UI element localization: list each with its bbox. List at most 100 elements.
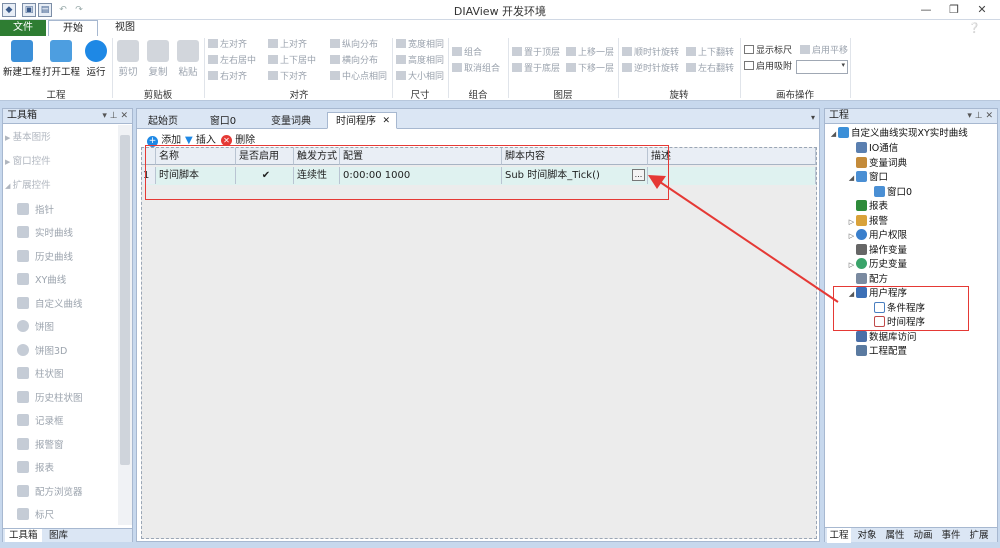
io-icon (856, 142, 867, 153)
distribute-vertical-button[interactable]: 纵向分布 (330, 39, 378, 52)
bring-to-front-button[interactable]: 置于顶层 (512, 47, 560, 60)
tree-recipe[interactable]: 配方 (847, 273, 888, 287)
toolbox-item-report[interactable]: 报表 (7, 458, 54, 480)
rotate-cw-button[interactable]: 顺时针旋转 (622, 47, 679, 60)
toolbox-item-recipe-browser[interactable]: 配方浏览器 (7, 482, 83, 504)
tab-animation[interactable]: 动画 (911, 528, 935, 543)
tree-operation-vars[interactable]: 操作变量 (847, 244, 907, 258)
col-header-desc[interactable]: 描述 (648, 148, 816, 165)
toolbox-item-alarm[interactable]: 报警窗 (7, 435, 64, 457)
copy-button[interactable]: 复制 (144, 38, 172, 84)
doc-tab-start[interactable]: 起始页 (141, 112, 185, 129)
run-button[interactable]: 运行 (82, 38, 110, 84)
toolbox-item-xy-curve[interactable]: XY曲线 (7, 270, 66, 292)
tree-project-config[interactable]: 工程配置 (847, 345, 907, 359)
panel-controls-icon[interactable]: ▾ ⊥ ✕ (967, 109, 993, 123)
tab-objects[interactable]: 对象 (855, 528, 879, 543)
tab-home[interactable]: 开始 (48, 20, 98, 36)
cell-desc[interactable] (648, 167, 816, 184)
add-row-button[interactable]: + 添加 (147, 131, 181, 147)
snap-dropdown[interactable]: ▾ (796, 60, 848, 74)
flip-horizontal-button[interactable]: 左右翻转 (686, 63, 734, 76)
same-center-button[interactable]: 中心点相同 (330, 71, 387, 84)
close-tab-icon[interactable]: ✕ (382, 113, 390, 130)
new-project-button[interactable]: 新建工程 (2, 38, 42, 84)
show-ruler-checkbox[interactable]: 显示标尺 (744, 45, 792, 58)
ungroup-button[interactable]: 取消组合 (452, 63, 500, 76)
toolbox-item-pie[interactable]: 饼图 (7, 317, 54, 339)
tree-root[interactable]: ◢ 自定义曲线实现XY实时曲线 (829, 127, 968, 141)
tab-properties[interactable]: 属性 (883, 528, 907, 543)
move-down-button[interactable]: 下移一层 (566, 63, 614, 76)
paste-button[interactable]: 粘贴 (174, 38, 202, 84)
toolbox-item-ruler[interactable]: 标尺 (7, 505, 54, 527)
tree-alarm[interactable]: ▷ 报警 (847, 215, 888, 229)
rotate-ccw-button[interactable]: 逆时针旋转 (622, 63, 679, 76)
tree-database[interactable]: 数据库访问 (847, 331, 917, 345)
toolbox-item-history-bar[interactable]: 历史柱状图 (7, 388, 83, 410)
pointer-icon (17, 203, 29, 215)
toolbox-category-basic[interactable]: ▶ 基本图形 (5, 127, 51, 149)
tab-extensions[interactable]: 扩展 (967, 528, 991, 543)
help-icon[interactable]: ❔ (968, 23, 980, 34)
doc-tab-window0[interactable]: 窗口0 (201, 112, 245, 129)
toolbox-item-record[interactable]: 记录框 (7, 411, 64, 433)
new-project-icon (11, 40, 33, 62)
project-bottom-tabs: 工程 对象 属性 动画 事件 扩展 (825, 527, 997, 543)
align-right-label: 右对齐 (220, 72, 248, 82)
align-center-h-button[interactable]: 左右居中 (208, 55, 256, 68)
scrollbar-thumb[interactable] (120, 135, 130, 465)
tab-events[interactable]: 事件 (939, 528, 963, 543)
toolbox-item-history-curve[interactable]: 历史曲线 (7, 247, 73, 269)
distribute-horizontal-button[interactable]: 横向分布 (330, 55, 378, 68)
tab-library[interactable]: 图库 (49, 529, 68, 542)
flip-vertical-button[interactable]: 上下翻转 (686, 47, 734, 60)
tree-user-rights[interactable]: ▷ 用户权限 (847, 229, 907, 243)
toolbox-item-pointer[interactable]: 指针 (7, 200, 54, 222)
doc-tab-timer-program[interactable]: 时间程序 ✕ (327, 112, 397, 129)
align-center-v-button[interactable]: 上下居中 (268, 55, 316, 68)
delete-row-button[interactable]: ✕ 删除 (221, 131, 255, 146)
toolbox-item-realtime-curve[interactable]: 实时曲线 (7, 223, 73, 245)
enable-snap-checkbox[interactable]: 启用吸附 (744, 61, 792, 74)
tree-io[interactable]: IO通信 (847, 142, 898, 156)
align-left-button[interactable]: 左对齐 (208, 39, 247, 52)
tree-windows[interactable]: ◢ 窗口 (847, 171, 888, 185)
align-top-button[interactable]: 上对齐 (268, 39, 307, 52)
toolbox-item-bar[interactable]: 柱状图 (7, 364, 64, 386)
doc-tab-variables[interactable]: 变量词典 (261, 112, 321, 129)
tree-report[interactable]: 报表 (847, 200, 888, 214)
minimize-button[interactable]: — (912, 2, 940, 18)
toolbox-scrollbar[interactable] (118, 125, 132, 525)
group-button[interactable]: 组合 (452, 47, 482, 60)
tree-variables[interactable]: 变量词典 (847, 157, 907, 171)
toolbox-item-pie3d[interactable]: 饼图3D (7, 341, 67, 363)
toolbox-item-custom-curve[interactable]: 自定义曲线 (7, 294, 83, 316)
close-window-button[interactable]: ✕ (968, 2, 996, 18)
new-project-label: 新建工程 (2, 67, 41, 78)
toolbox-category-extend[interactable]: ◢ 扩展控件 (5, 175, 51, 197)
cut-button[interactable]: 剪切 (114, 38, 142, 84)
move-up-button[interactable]: 上移一层 (566, 47, 614, 60)
insert-row-button[interactable]: ▼ 插入 (185, 131, 216, 146)
same-height-button[interactable]: 高度相同 (396, 55, 444, 68)
align-right-button[interactable]: 右对齐 (208, 71, 247, 84)
same-width-button[interactable]: 宽度相同 (396, 39, 444, 52)
tab-list-dropdown-icon[interactable]: ▾ (811, 113, 815, 122)
enable-pan-button[interactable]: 启用平移 (800, 45, 848, 58)
same-size-button[interactable]: 大小相同 (396, 71, 444, 84)
restore-button[interactable]: ❐ (940, 2, 968, 18)
tab-view[interactable]: 视图 (104, 20, 146, 36)
send-to-back-button[interactable]: 置于底层 (512, 63, 560, 76)
tree-label: 配方 (869, 274, 889, 285)
tab-toolbox[interactable]: 工具箱 (5, 529, 42, 542)
align-bottom-button[interactable]: 下对齐 (268, 71, 307, 84)
open-project-button[interactable]: 打开工程 (42, 38, 80, 84)
tree-window0[interactable]: 窗口0 (865, 186, 912, 200)
tree-history-vars[interactable]: ▷ 历史变量 (847, 258, 907, 272)
toolbox-category-window[interactable]: ▶ 窗口控件 (5, 151, 51, 173)
pie-chart-icon (17, 320, 29, 332)
tab-file[interactable]: 文件 (0, 20, 46, 36)
panel-controls-icon[interactable]: ▾ ⊥ ✕ (102, 109, 128, 123)
tab-project[interactable]: 工程 (827, 528, 851, 543)
